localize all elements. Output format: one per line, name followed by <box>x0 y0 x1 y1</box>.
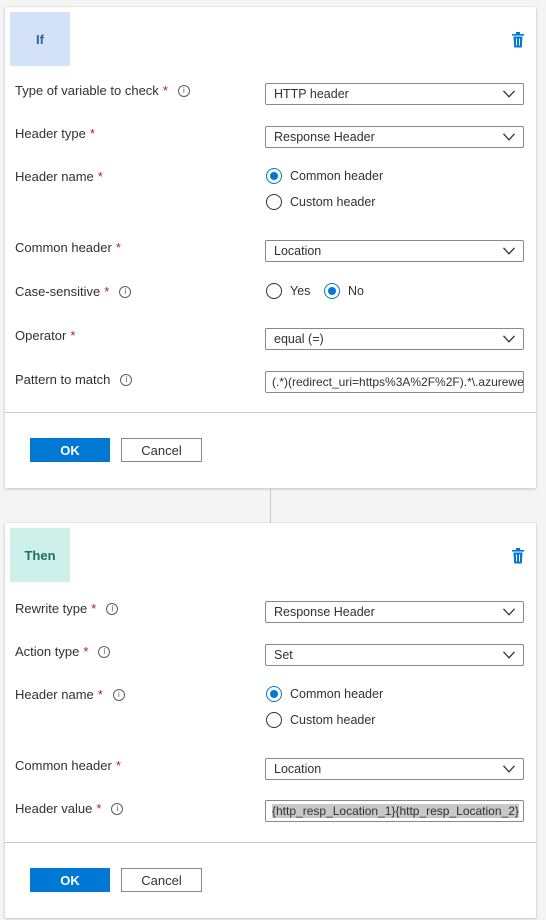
radio-case-yes[interactable]: Yes <box>266 283 310 299</box>
type-of-variable-value: HTTP header <box>274 87 349 101</box>
header-value-input[interactable]: {http_resp_Location_1}{http_resp_Locatio… <box>265 800 524 822</box>
action-card: Then Rewrite type * i Response Header Ac… <box>5 523 536 918</box>
radio-action-common-header-label: Common header <box>290 687 384 701</box>
radio-case-yes-label: Yes <box>290 284 311 298</box>
radio-circle <box>266 168 282 184</box>
required-mark: * <box>96 801 102 816</box>
operator-value: equal (=) <box>274 332 324 346</box>
action-common-header-dropdown[interactable]: Location <box>265 758 524 780</box>
divider <box>5 412 536 413</box>
action-common-header-text: Common header <box>15 758 112 773</box>
info-icon[interactable]: i <box>106 602 119 615</box>
condition-card: If Type of variable to check * i HTTP he… <box>5 7 536 488</box>
info-icon[interactable]: i <box>120 373 133 386</box>
chevron-down-icon <box>503 133 515 141</box>
delete-action-trash-icon[interactable] <box>511 548 525 564</box>
required-mark: * <box>104 284 110 299</box>
header-name-text: Header name <box>15 169 94 184</box>
info-icon[interactable]: i <box>98 645 111 658</box>
common-header-value: Location <box>274 244 322 258</box>
required-mark: * <box>83 644 89 659</box>
type-of-variable-text: Type of variable to check <box>15 83 159 98</box>
operator-dropdown[interactable]: equal (=) <box>265 328 524 350</box>
if-badge: If <box>10 12 70 66</box>
rewrite-type-dropdown[interactable]: Response Header <box>265 601 524 623</box>
common-header-label: Common header * <box>15 240 121 255</box>
radio-circle <box>266 283 282 299</box>
rewrite-type-label: Rewrite type * i <box>15 601 119 616</box>
required-mark: * <box>89 126 95 141</box>
radio-action-custom-header[interactable]: Custom header <box>266 712 375 728</box>
radio-case-no-label: No <box>348 284 364 298</box>
required-mark: * <box>115 758 121 773</box>
header-value-selected-text: {http_resp_Location_1}{http_resp_Locatio… <box>272 804 519 818</box>
action-header-name-label: Header name * i <box>15 687 125 702</box>
info-icon[interactable]: i <box>111 802 124 815</box>
chevron-down-icon <box>503 651 515 659</box>
then-badge: Then <box>10 528 70 582</box>
required-mark: * <box>97 169 103 184</box>
connector-line <box>270 488 271 523</box>
action-common-header-value: Location <box>274 762 322 776</box>
action-common-header-label: Common header * <box>15 758 121 773</box>
type-of-variable-label: Type of variable to check * i <box>15 83 190 98</box>
action-type-label: Action type * i <box>15 644 111 659</box>
radio-custom-header-label: Custom header <box>290 195 376 209</box>
operator-text: Operator <box>15 328 67 343</box>
ok-button[interactable]: OK <box>30 438 110 462</box>
chevron-down-icon <box>503 247 515 255</box>
pattern-value: (.*)(redirect_uri=https%3A%2F%2F).*\.azu… <box>272 375 524 389</box>
pattern-input[interactable]: (.*)(redirect_uri=https%3A%2F%2F).*\.azu… <box>265 371 524 393</box>
header-type-text: Header type <box>15 126 86 141</box>
divider <box>5 842 536 843</box>
action-header-name-text: Header name <box>15 687 94 702</box>
info-icon[interactable]: i <box>112 688 125 701</box>
rewrite-type-text: Rewrite type <box>15 601 88 616</box>
chevron-down-icon <box>503 765 515 773</box>
rewrite-type-value: Response Header <box>274 605 375 619</box>
radio-action-common-header[interactable]: Common header <box>266 686 383 702</box>
radio-common-header[interactable]: Common header <box>266 168 383 184</box>
pattern-label: Pattern to match i <box>15 372 133 387</box>
chevron-down-icon <box>503 335 515 343</box>
chevron-down-icon <box>503 90 515 98</box>
common-header-text: Common header <box>15 240 112 255</box>
info-icon[interactable]: i <box>177 84 190 97</box>
header-value-text: Header value <box>15 801 93 816</box>
required-mark: * <box>91 601 97 616</box>
action-type-text: Action type <box>15 644 80 659</box>
radio-custom-header[interactable]: Custom header <box>266 194 375 210</box>
header-type-label: Header type * <box>15 126 95 141</box>
radio-circle <box>266 712 282 728</box>
radio-common-header-label: Common header <box>290 169 384 183</box>
action-type-dropdown[interactable]: Set <box>265 644 524 666</box>
type-of-variable-dropdown[interactable]: HTTP header <box>265 83 524 105</box>
required-mark: * <box>115 240 121 255</box>
cancel-button[interactable]: Cancel <box>121 868 202 892</box>
header-type-value: Response Header <box>274 130 375 144</box>
radio-case-no[interactable]: No <box>324 283 364 299</box>
case-sensitive-text: Case-sensitive <box>15 284 101 299</box>
pattern-text: Pattern to match <box>15 372 111 387</box>
chevron-down-icon <box>503 608 515 616</box>
action-type-value: Set <box>274 648 293 662</box>
ok-button[interactable]: OK <box>30 868 110 892</box>
info-icon[interactable]: i <box>119 285 132 298</box>
operator-label: Operator * <box>15 328 75 343</box>
header-name-label: Header name * <box>15 169 103 184</box>
required-mark: * <box>97 687 103 702</box>
delete-condition-trash-icon[interactable] <box>511 32 525 48</box>
common-header-dropdown[interactable]: Location <box>265 240 524 262</box>
radio-action-custom-header-label: Custom header <box>290 713 376 727</box>
cancel-button[interactable]: Cancel <box>121 438 202 462</box>
header-type-dropdown[interactable]: Response Header <box>265 126 524 148</box>
radio-circle <box>324 283 340 299</box>
radio-circle <box>266 194 282 210</box>
required-mark: * <box>70 328 76 343</box>
radio-circle <box>266 686 282 702</box>
header-value-label: Header value * i <box>15 801 124 816</box>
case-sensitive-label: Case-sensitive * i <box>15 284 132 299</box>
required-mark: * <box>162 83 168 98</box>
